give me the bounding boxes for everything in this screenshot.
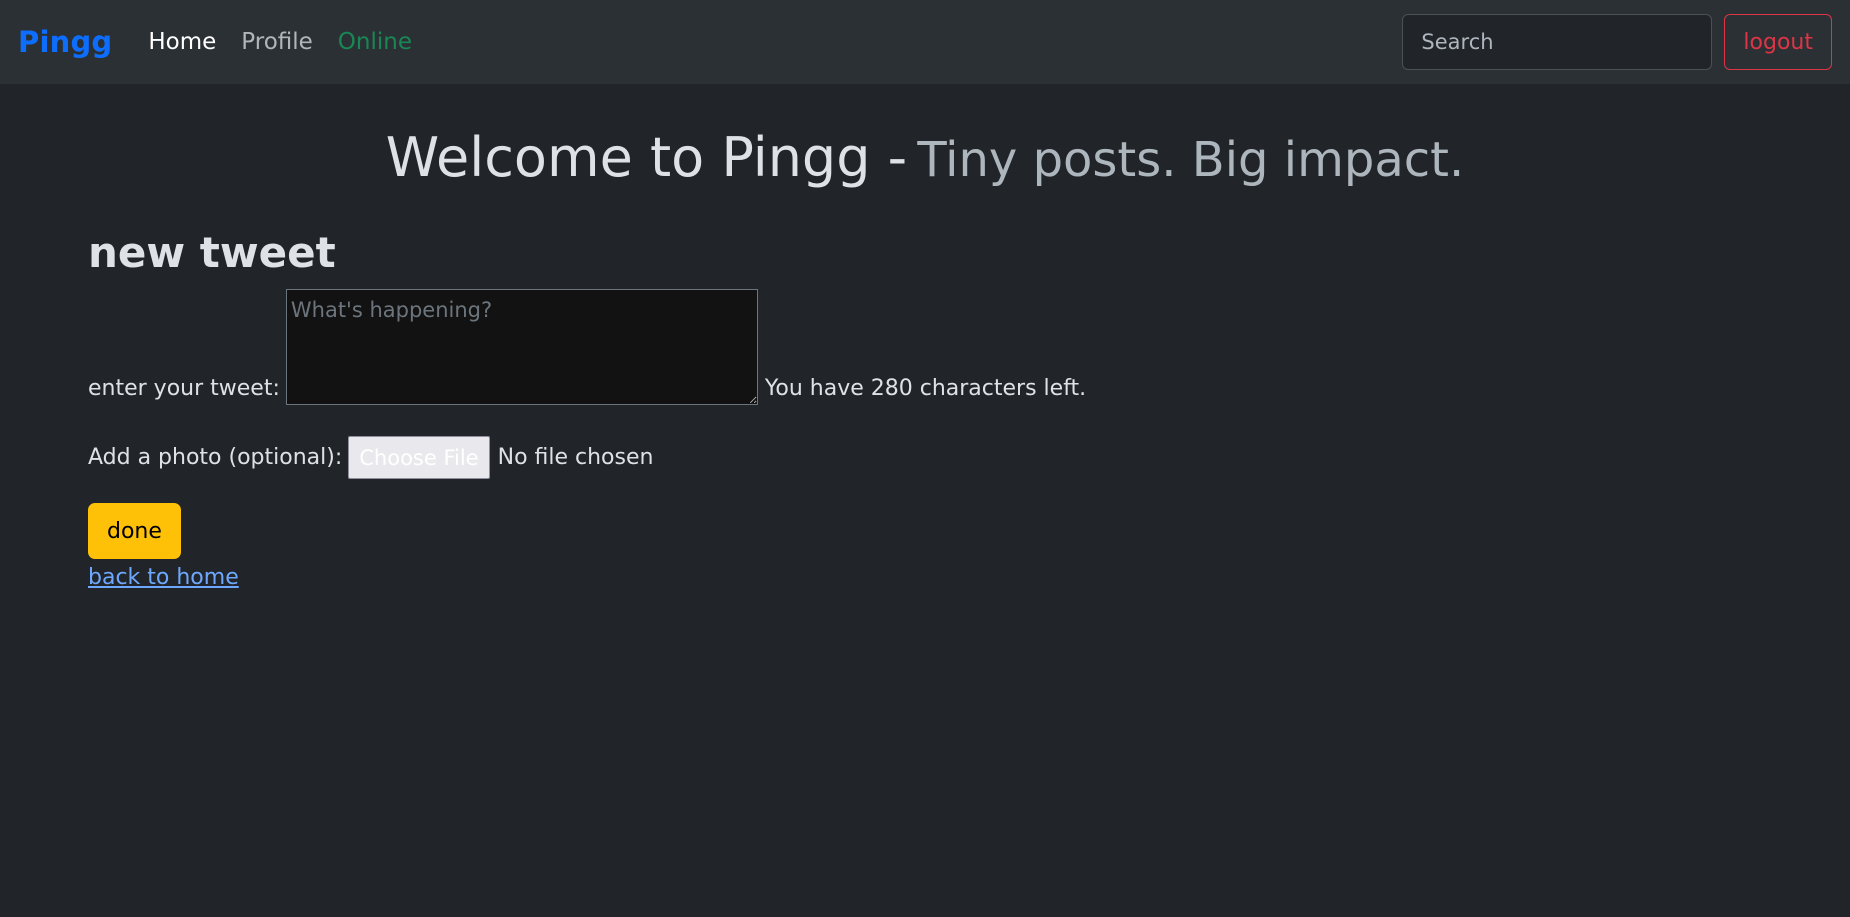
file-status-text: No file chosen [497, 445, 654, 470]
nav-link-home[interactable]: Home [148, 29, 216, 55]
tweet-input-row: enter your tweet: You have 280 character… [88, 289, 1288, 405]
top-navbar: Pingg Home Profile Online logout [0, 0, 1850, 84]
photo-upload-row: Add a photo (optional): Choose File No f… [88, 436, 1288, 479]
choose-file-button[interactable]: Choose File [348, 436, 490, 479]
new-tweet-heading: new tweet [88, 228, 336, 277]
search-input[interactable] [1402, 14, 1713, 70]
navbar-right-group: logout [1402, 14, 1832, 70]
new-tweet-section: new tweet enter your tweet: You have 280… [88, 228, 1288, 590]
back-to-home-link[interactable]: back to home [88, 565, 239, 590]
tagline: Tiny posts. Big impact. [917, 132, 1465, 188]
page-title: Welcome to Pingg - Tiny posts. Big impac… [0, 126, 1850, 189]
char-count-text: You have 280 characters left. [764, 376, 1087, 401]
welcome-heading: Welcome to Pingg - [385, 126, 908, 189]
done-button[interactable]: done [88, 503, 181, 559]
brand-logo-link[interactable]: Pingg [18, 25, 112, 59]
tweet-textarea[interactable] [285, 289, 758, 405]
nav-link-online[interactable]: Online [338, 29, 412, 55]
logout-button[interactable]: logout [1724, 14, 1832, 70]
photo-label: Add a photo (optional): [88, 445, 343, 470]
nav-link-profile[interactable]: Profile [241, 29, 313, 55]
tweet-label: enter your tweet: [88, 376, 280, 401]
